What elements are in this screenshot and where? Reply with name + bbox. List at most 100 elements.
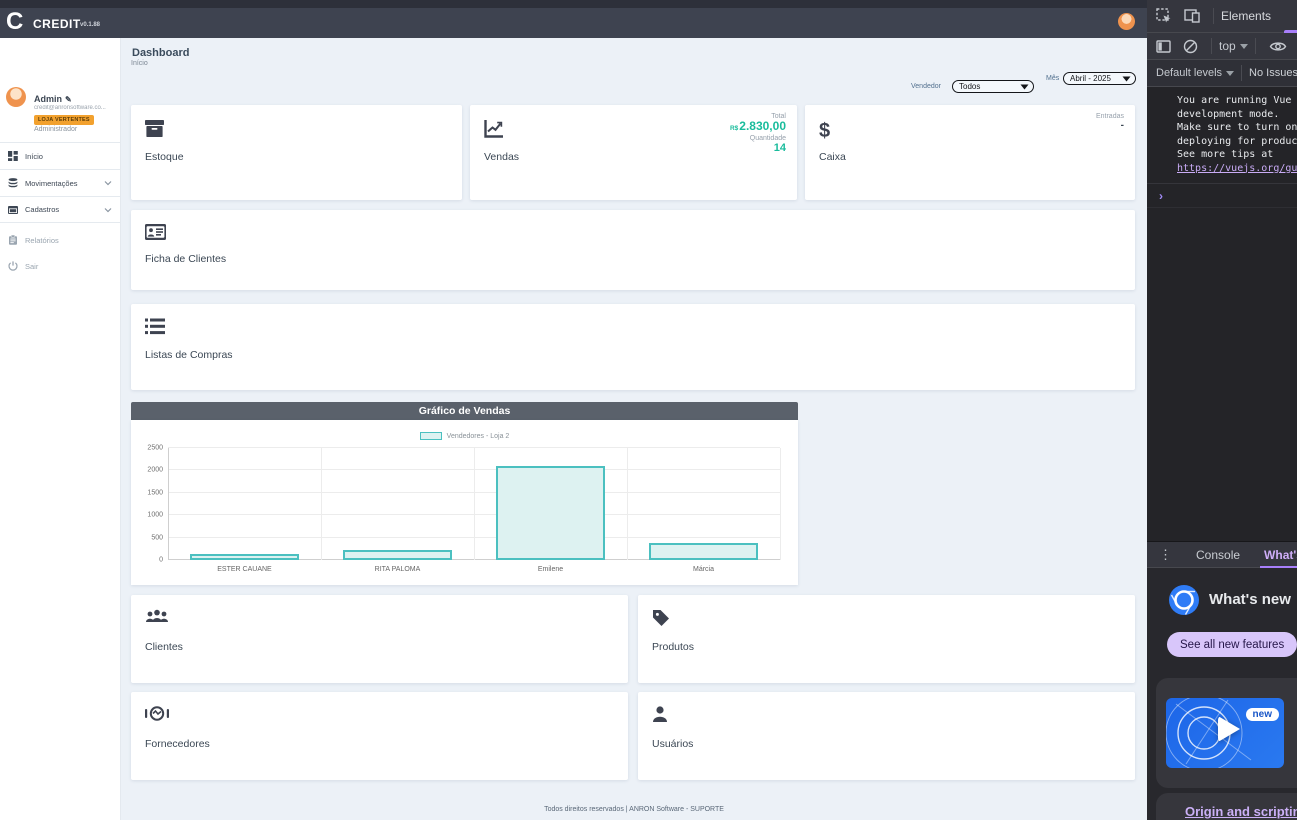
chart-line-icon	[484, 119, 504, 138]
whats-new-link-card[interactable]: Origin and scripting	[1156, 793, 1297, 820]
fornecedores-card[interactable]: Fornecedores	[131, 692, 628, 780]
x-tick-label: Márcia	[627, 566, 780, 573]
estoque-card[interactable]: Estoque	[131, 105, 462, 200]
chromium-logo-icon	[1168, 584, 1200, 619]
sidebar-item-sair[interactable]: Sair	[0, 253, 120, 279]
origin-scripting-link[interactable]: Origin and scripting	[1185, 804, 1297, 819]
card-label: Usuários	[652, 738, 693, 750]
bar-Márcia[interactable]	[649, 543, 758, 560]
whats-new-video-card[interactable]: new	[1156, 678, 1297, 788]
vendedor-filter-label: Vendedor	[911, 83, 941, 90]
power-icon	[8, 261, 18, 271]
dollar-icon: $	[819, 119, 833, 141]
sidebar-item-inicio[interactable]: Início	[0, 142, 120, 169]
navbar-avatar[interactable]	[1118, 13, 1135, 30]
frame-selector-dropdown[interactable]: top	[1219, 39, 1248, 53]
tab-elements[interactable]: Elements	[1221, 9, 1271, 23]
card-label: Vendas	[484, 151, 519, 163]
entradas-value: -	[1096, 120, 1124, 131]
console-prompt[interactable]: ›	[1147, 184, 1297, 208]
card-label: Clientes	[145, 641, 183, 653]
log-levels-dropdown[interactable]: Default levels	[1156, 67, 1234, 79]
issues-counter[interactable]: No Issues	[1249, 67, 1297, 79]
caixa-card[interactable]: $ Caixa Entradas -	[805, 105, 1135, 200]
whats-new-panel: What's new See all new features new Orig…	[1147, 568, 1297, 820]
profile-email: credit@anronsoftware.co...	[34, 105, 116, 111]
devtools-toolbar: top	[1147, 33, 1297, 60]
divider	[1211, 38, 1212, 54]
frame-selector-value: top	[1219, 39, 1236, 53]
app-version: v0.1.88	[80, 22, 100, 28]
chart-legend[interactable]: Vendedores - Loja 2	[131, 432, 798, 440]
sidebar-item-label: Relatórios	[25, 236, 59, 245]
card-label: Caixa	[819, 151, 846, 163]
breadcrumb[interactable]: Início	[131, 60, 148, 67]
entradas-label: Entradas	[1096, 113, 1124, 120]
divider	[1255, 38, 1256, 54]
ficha-clientes-card[interactable]: Ficha de Clientes	[131, 210, 1135, 290]
bar-RITA PALOMA[interactable]	[343, 550, 452, 560]
gridline	[168, 448, 169, 560]
tab-console[interactable]: Console	[1184, 548, 1252, 562]
sidebar-item-movimentacoes[interactable]: Movimentações	[0, 169, 120, 196]
credit-app: C CREDIT v0.1.88 Admin✎ credit@anronsoft…	[0, 0, 1147, 820]
y-tick-label: 1000	[147, 512, 163, 519]
gridline	[321, 448, 322, 560]
window-icon	[8, 205, 18, 215]
archive-box-icon	[145, 119, 164, 138]
y-tick-label: 2500	[147, 445, 163, 452]
sidebar-item-cadastros[interactable]: Cadastros	[0, 196, 120, 223]
clientes-card[interactable]: Clientes	[131, 595, 628, 683]
bar-ESTER CAUANE[interactable]	[190, 554, 299, 560]
x-tick-label: RITA PALOMA	[321, 566, 474, 573]
sales-chart: Vendedores - Loja 2 05001000150020002500…	[131, 420, 798, 585]
sidebar-item-relatorios[interactable]: Relatórios	[0, 227, 120, 253]
bar-Emilene[interactable]	[496, 466, 605, 560]
total-value: R$2.830,00	[730, 120, 786, 135]
devtools-tabbar: Elements	[1147, 0, 1297, 33]
sidebar-item-label: Movimentações	[25, 179, 78, 188]
devtools-panel: Elements top Default levels	[1147, 0, 1297, 820]
id-card-icon	[145, 224, 166, 240]
x-tick-label: Emilene	[474, 566, 627, 573]
log-levels-value: Default levels	[1156, 67, 1222, 79]
vendedor-select[interactable]: Todos	[952, 80, 1034, 93]
more-tools-icon[interactable]: ⋮	[1159, 547, 1172, 563]
vendas-card[interactable]: Vendas Total R$2.830,00 Quantidade 14	[470, 105, 797, 200]
y-tick-label: 0	[159, 557, 163, 564]
mes-select[interactable]: Abril - 2025	[1063, 72, 1136, 85]
see-all-features-button[interactable]: See all new features	[1167, 632, 1297, 657]
sidebar-item-label: Cadastros	[25, 205, 59, 214]
clear-console-icon[interactable]	[1183, 39, 1198, 54]
listas-compras-card[interactable]: Listas de Compras	[131, 304, 1135, 390]
console-link[interactable]: https://vuejs.org/guide	[1177, 162, 1297, 176]
footer-text: Todos direitos reservados | ANRON Softwa…	[121, 806, 1147, 813]
app-logo[interactable]: C	[6, 9, 23, 35]
edit-profile-icon[interactable]: ✎	[65, 95, 72, 104]
users-group-icon	[145, 609, 169, 625]
mes-select-value: Abril - 2025	[1070, 74, 1111, 83]
top-navbar: C CREDIT v0.1.88	[0, 0, 1147, 38]
page-title: Dashboard	[132, 47, 189, 59]
screenshot-stage: C CREDIT v0.1.88 Admin✎ credit@anronsoft…	[0, 0, 1297, 820]
console-line: See more tips at	[1177, 148, 1297, 162]
play-button-icon[interactable]	[1218, 716, 1240, 742]
tag-icon	[652, 609, 670, 627]
console-line: You are running Vue in	[1177, 94, 1297, 108]
profile-avatar[interactable]	[6, 87, 26, 107]
dropdown-arrow-icon	[1226, 71, 1234, 76]
list-icon	[145, 318, 165, 335]
inspect-element-icon[interactable]	[1156, 8, 1172, 24]
produtos-card[interactable]: Produtos	[638, 595, 1135, 683]
sidebar: Admin✎ credit@anronsoftware.co... LOJA V…	[0, 38, 121, 820]
console-area[interactable]: You are running Vue in development mode.…	[1147, 88, 1297, 541]
live-expression-eye-icon[interactable]	[1269, 40, 1287, 53]
divider	[1241, 65, 1242, 81]
video-thumbnail[interactable]: new	[1166, 698, 1284, 768]
usuarios-card[interactable]: Usuários	[638, 692, 1135, 780]
device-toolbar-icon[interactable]	[1184, 9, 1200, 23]
tab-whats-new[interactable]: What's new	[1252, 548, 1297, 562]
mes-filter-label: Mês	[1046, 75, 1059, 82]
dock-side-icon[interactable]	[1156, 40, 1171, 53]
console-line: Make sure to turn on p	[1177, 121, 1297, 135]
